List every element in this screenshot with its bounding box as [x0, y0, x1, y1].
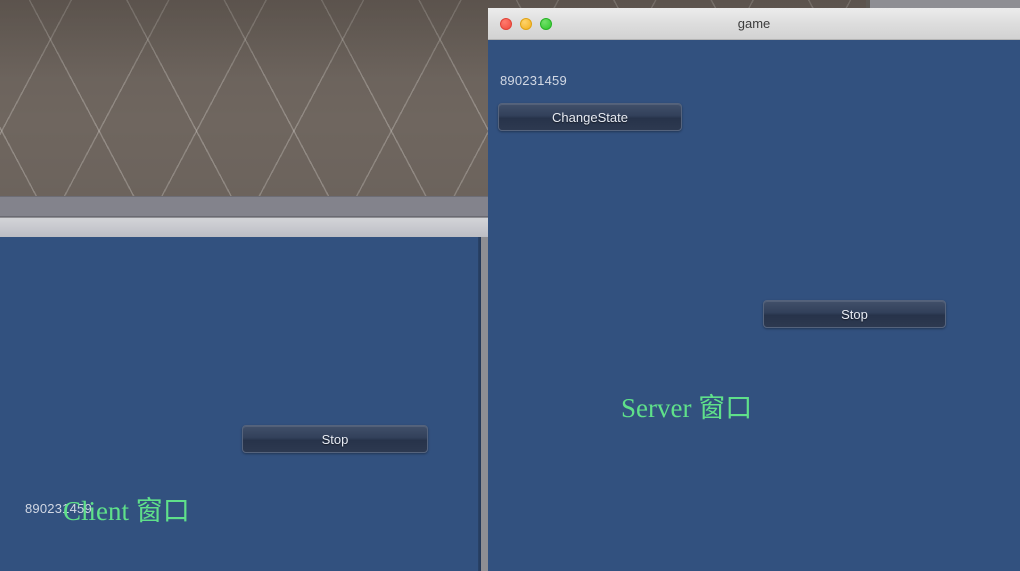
client-stop-button[interactable]: Stop — [242, 425, 428, 453]
server-overlay-label: Server 窗口 — [621, 393, 753, 423]
server-window-titlebar[interactable]: game — [488, 8, 1020, 40]
server-game-window[interactable]: game 890231459 ChangeState Stop Server 窗… — [488, 8, 1020, 571]
server-change-state-button[interactable]: ChangeState — [498, 103, 682, 131]
client-overlay-label: Client 窗口 — [63, 496, 190, 526]
server-game-canvas[interactable]: 890231459 ChangeState Stop Server 窗口 — [488, 40, 1020, 571]
server-window-title: game — [737, 16, 771, 31]
server-stop-button[interactable]: Stop — [763, 300, 946, 328]
server-id-label: 890231459 — [500, 73, 567, 88]
client-window-right-edge — [478, 237, 481, 571]
client-game-canvas[interactable]: 890231459 Stop Client 窗口 — [0, 237, 481, 571]
screen: 890231459 Stop Client 窗口 game 890231459 … — [0, 0, 1020, 571]
client-game-window[interactable]: 890231459 Stop Client 窗口 — [0, 237, 481, 571]
